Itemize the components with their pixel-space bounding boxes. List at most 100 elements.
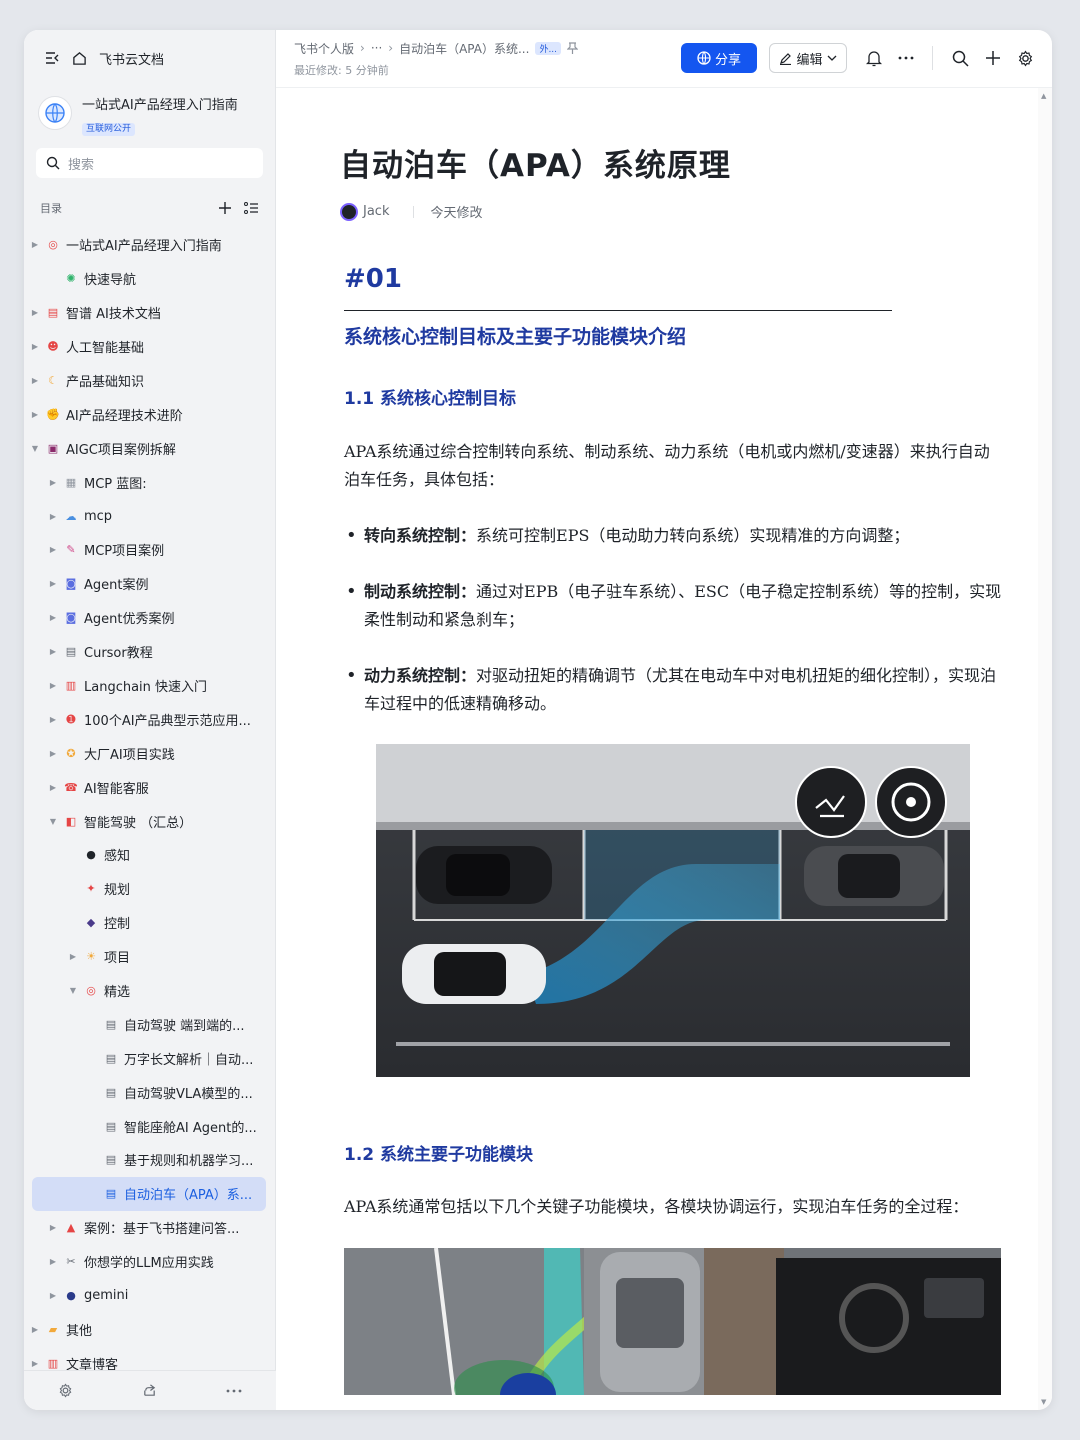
chevron-right-icon[interactable]: ▶ (30, 409, 40, 419)
more-icon[interactable] (226, 1389, 242, 1393)
sidebar-item[interactable]: ▶ ◙ Agent案例 (24, 567, 276, 601)
last-modified: 最近修改: 5 分钟前 (294, 63, 389, 77)
crumb-more[interactable]: ··· (371, 41, 382, 55)
parking-photo[interactable] (344, 1248, 1001, 1395)
chevron-right-icon[interactable]: ▶ (48, 782, 58, 792)
chevron-right-icon[interactable]: ▶ (48, 714, 58, 724)
search-icon[interactable] (950, 48, 970, 68)
share-button[interactable]: 分享 (681, 43, 757, 73)
chevron-down-icon[interactable]: ▼ (30, 443, 40, 453)
chevron-right-icon[interactable]: ▶ (48, 511, 58, 521)
scroll-down-icon[interactable]: ▼ (1041, 1398, 1046, 1406)
sidebar-item[interactable]: ▶ ◎ 一站式AI产品经理入门指南 (24, 228, 276, 262)
sidebar-item[interactable]: ▶ ▥ Langchain 快速入门 (24, 669, 276, 703)
chevron-right-icon[interactable]: ▶ (48, 545, 58, 555)
chevron-right-icon[interactable]: ▶ (30, 240, 40, 250)
sidebar-item[interactable]: ▶ ▰ 其他 (24, 1313, 276, 1347)
sidebar-item[interactable]: ▶ ☻ 人工智能基础 (24, 330, 276, 364)
doc-tree: ▶ ◎ 一站式AI产品经理入门指南 ✺ 快速导航 ▶ ▤ 智谱 AI技术文档 ▶ ☻ 人工智能基础 ▶… (24, 228, 276, 1380)
sidebar-item[interactable]: ▤ 自动泊车（APA）系... (32, 1176, 266, 1211)
sidebar-item[interactable]: ▶ ☎ AI智能客服 (24, 770, 276, 804)
settings-icon[interactable] (58, 1383, 73, 1398)
bell-icon[interactable] (864, 48, 884, 68)
plus-icon[interactable] (218, 201, 232, 215)
search-input[interactable]: 搜索 (36, 148, 263, 178)
sidebar-item[interactable]: ▶ ✂ 你想学的LLM应用实践 (24, 1245, 276, 1279)
chevron-right-icon[interactable]: ▶ (48, 477, 58, 487)
sidebar-item[interactable]: ▤ 万字长文解析｜自动... (24, 1041, 276, 1075)
sidebar-item[interactable]: ▼ ◎ 精选 (24, 974, 276, 1008)
sidebar-item[interactable]: ● 感知 (24, 838, 276, 872)
bullet-bold: 动力系统控制： (364, 666, 477, 685)
modified-label: 今天修改 (430, 206, 483, 221)
app-name[interactable]: 飞书云文档 (99, 49, 164, 68)
sidebar-item[interactable]: ▤ 自动驾驶 端到端的... (24, 1007, 276, 1041)
list-icon[interactable] (244, 201, 259, 215)
sidebar-item[interactable]: ▶ ▲ 案例：基于飞书搭建问答... (24, 1211, 276, 1245)
sidebar-item[interactable]: ▶ ◙ Agent优秀案例 (24, 601, 276, 635)
sidebar-item[interactable]: ▶ ▦ MCP 蓝图: (24, 465, 276, 499)
sidebar-item[interactable]: ▶ ☁ mcp (24, 499, 276, 533)
chevron-down-icon[interactable]: ▼ (48, 816, 58, 826)
heading-1-2: 1.2 系统主要子功能模块 (344, 1145, 534, 1165)
gear-icon[interactable] (1015, 48, 1035, 68)
sidebar-item[interactable]: ▶ ▤ Cursor教程 (24, 635, 276, 669)
space-title: 一站式AI产品经理入门指南 (82, 98, 238, 113)
chevron-right-icon[interactable]: ▶ (48, 748, 58, 758)
sidebar-item[interactable]: ▶ ✊ AI产品经理技术进阶 (24, 397, 276, 431)
home-icon[interactable] (72, 51, 87, 66)
pin-icon[interactable] (567, 42, 579, 54)
sidebar-item[interactable]: ▶ ➊ 100个AI产品典型示范应用... (24, 702, 276, 736)
sidebar-item[interactable]: ▤ 基于规则和机器学习... (24, 1143, 276, 1177)
space-header[interactable]: 一站式AI产品经理入门指南 互联网公开 (24, 86, 275, 148)
edit-button[interactable]: 编辑 (769, 43, 847, 73)
scrollbar[interactable]: ▲ ▼ (1038, 88, 1052, 1410)
sidebar-item-label: 自动驾驶VLA模型的... (124, 1086, 253, 1102)
chevron-right-icon[interactable]: ▶ (48, 613, 58, 623)
collapse-sidebar-icon[interactable] (44, 50, 60, 66)
share-out-icon[interactable] (142, 1383, 157, 1398)
sidebar-item[interactable]: ▤ 智能座舱AI Agent的... (24, 1109, 276, 1143)
chevron-right-icon[interactable]: ▶ (30, 376, 40, 386)
sidebar-item[interactable]: ▶ ☾ 产品基础知识 (24, 364, 276, 398)
sidebar-item[interactable]: ▼ ▣ AIGC项目案例拆解 (24, 431, 276, 465)
chevron-right-icon[interactable]: ▶ (48, 647, 58, 657)
sidebar-item[interactable]: ▶ ▤ 智谱 AI技术文档 (24, 296, 276, 330)
sidebar-item[interactable]: ✺ 快速导航 (24, 262, 276, 296)
plus-icon[interactable] (983, 48, 1003, 68)
external-tag: 外... (535, 41, 562, 55)
parking-illustration[interactable] (376, 744, 970, 1077)
search-icon (46, 156, 60, 170)
chevron-right-icon[interactable]: ▶ (30, 1324, 40, 1334)
sidebar-item[interactable]: ✦ 规划 (24, 872, 276, 906)
chevron-right-icon[interactable]: ▶ (48, 681, 58, 691)
avatar[interactable] (340, 202, 358, 221)
crumb-current[interactable]: 自动泊车（APA）系统... (399, 40, 529, 57)
main-area: 飞书个人版 › ··· › 自动泊车（APA）系统... 外... 最近修改: … (276, 30, 1052, 1410)
author-name[interactable]: Jack (363, 204, 389, 219)
chevron-right-icon[interactable]: ▶ (48, 1291, 58, 1301)
sidebar-item[interactable]: ▶ ☀ 项目 (24, 940, 276, 974)
chevron-right-icon[interactable]: ▶ (48, 1257, 58, 1267)
target-icon: ◎ (48, 238, 58, 252)
chevron-right-icon[interactable]: ▶ (48, 1223, 58, 1233)
sidebar-item[interactable]: ▶ ✎ MCP项目案例 (24, 533, 276, 567)
chevron-right-icon[interactable]: ▶ (30, 1358, 40, 1368)
crumb-home[interactable]: 飞书个人版 (294, 40, 354, 57)
sidebar-item[interactable]: ▼ ◧ 智能驾驶 （汇总） (24, 804, 276, 838)
chevron-right-icon[interactable]: ▶ (68, 952, 78, 962)
paragraph-2: APA系统通常包括以下几个关键子功能模块，各模块协调运行，实现泊车任务的全过程： (344, 1197, 969, 1216)
page-title: 自动泊车（APA）系统原理 (340, 148, 731, 184)
chevron-right-icon[interactable]: ▶ (30, 342, 40, 352)
sidebar-item[interactable]: ▶ ✪ 大厂AI项目实践 (24, 736, 276, 770)
chevron-down-icon[interactable]: ▼ (68, 986, 78, 996)
sidebar-item-label: 自动驾驶 端到端的... (124, 1018, 245, 1034)
sidebar-item[interactable]: ▶ ● gemini (24, 1279, 276, 1313)
scroll-up-icon[interactable]: ▲ (1041, 92, 1046, 100)
chevron-right-icon[interactable]: ▶ (48, 579, 58, 589)
sidebar-item[interactable]: ▤ 自动驾驶VLA模型的... (24, 1075, 276, 1109)
chevron-right-icon[interactable]: ▶ (30, 308, 40, 318)
more-icon[interactable] (896, 48, 916, 68)
sidebar-item[interactable]: ◆ 控制 (24, 906, 276, 940)
document-body: 自动泊车（APA）系统原理 Jack 今天修改 #01 系统核心控制目标及主要子… (340, 88, 1020, 1410)
